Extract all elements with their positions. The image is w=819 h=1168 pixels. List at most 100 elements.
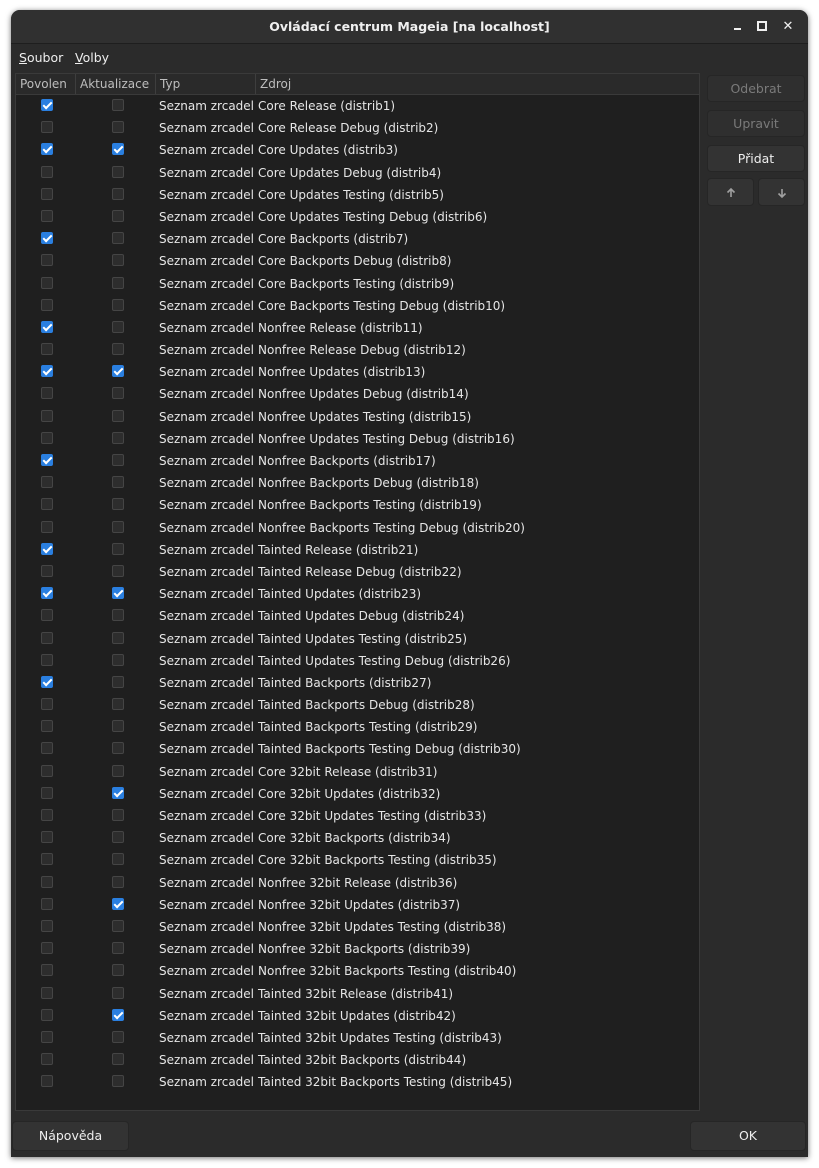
table-row[interactable]: Seznam zrcadel Tainted 32bit Updates (dis… (16, 1005, 699, 1027)
enabled-checkbox[interactable] (41, 476, 53, 489)
update-checkbox[interactable] (112, 431, 124, 444)
update-checkbox[interactable] (112, 121, 124, 134)
update-checkbox[interactable] (112, 476, 124, 489)
update-checkbox[interactable] (112, 964, 124, 977)
update-checkbox[interactable] (112, 720, 124, 733)
table-row[interactable]: Seznam zrcadel Core 32bit Backports (dist… (16, 827, 699, 849)
enabled-checkbox[interactable] (41, 698, 53, 711)
table-row[interactable]: Seznam zrcadel Core 32bit Backports Testi… (16, 849, 699, 871)
table-row[interactable]: Seznam zrcadel Nonfree 32bit Release (dis… (16, 872, 699, 894)
enabled-checkbox[interactable] (41, 964, 53, 977)
column-header-aktualizace[interactable]: Aktualizace (76, 74, 156, 94)
update-checkbox[interactable] (112, 609, 124, 622)
update-checkbox[interactable] (112, 143, 124, 156)
enabled-checkbox[interactable] (41, 320, 53, 333)
table-row[interactable]: Seznam zrcadel Tainted Backports Testing … (16, 738, 699, 760)
update-checkbox[interactable] (112, 387, 124, 400)
table-row[interactable]: Seznam zrcadel Tainted Updates Testing De… (16, 650, 699, 672)
table-row[interactable]: Seznam zrcadel Nonfree Release Debug (dis… (16, 339, 699, 361)
table-row[interactable]: Seznam zrcadel Tainted 32bit Backports (d… (16, 1049, 699, 1071)
update-checkbox[interactable] (112, 919, 124, 932)
enabled-checkbox[interactable] (41, 1075, 53, 1088)
enabled-checkbox[interactable] (41, 254, 53, 267)
table-row[interactable]: Seznam zrcadel Core 32bit Release (distri… (16, 761, 699, 783)
update-checkbox[interactable] (112, 409, 124, 422)
update-checkbox[interactable] (112, 298, 124, 311)
enabled-checkbox[interactable] (41, 653, 53, 666)
table-row[interactable]: Seznam zrcadel Core Updates Debug (distri… (16, 162, 699, 184)
table-row[interactable]: Seznam zrcadel Nonfree Release (distrib11… (16, 317, 699, 339)
enabled-checkbox[interactable] (41, 720, 53, 733)
column-header-povolen[interactable]: Povolen (16, 74, 76, 94)
update-checkbox[interactable] (112, 942, 124, 955)
update-checkbox[interactable] (112, 365, 124, 378)
table-row[interactable]: Seznam zrcadel Tainted 32bit Release (dis… (16, 983, 699, 1005)
update-checkbox[interactable] (112, 520, 124, 533)
table-row[interactable]: Seznam zrcadel Nonfree Updates Debug (dis… (16, 383, 699, 405)
table-row[interactable]: Seznam zrcadel Nonfree 32bit Backports Te… (16, 960, 699, 982)
update-checkbox[interactable] (112, 897, 124, 910)
enabled-checkbox[interactable] (41, 853, 53, 866)
table-row[interactable]: Seznam zrcadel Tainted Updates Debug (dis… (16, 605, 699, 627)
enabled-checkbox[interactable] (41, 409, 53, 422)
move-up-button[interactable] (707, 178, 754, 206)
enabled-checkbox[interactable] (41, 742, 53, 755)
table-row[interactable]: Seznam zrcadel Core Backports Debug (dist… (16, 250, 699, 272)
table-row[interactable]: Seznam zrcadel Tainted Updates (distrib23… (16, 583, 699, 605)
table-row[interactable]: Seznam zrcadel Nonfree 32bit Backports (d… (16, 938, 699, 960)
update-checkbox[interactable] (112, 564, 124, 577)
enabled-checkbox[interactable] (41, 365, 53, 378)
table-row[interactable]: Seznam zrcadel Nonfree Updates Testing (d… (16, 406, 699, 428)
remove-button[interactable]: Odebrat (707, 75, 805, 102)
table-row[interactable]: Seznam zrcadel Core Release (distrib1) (16, 95, 699, 117)
update-checkbox[interactable] (112, 276, 124, 289)
table-row[interactable]: Seznam zrcadel Core Backports Testing (di… (16, 273, 699, 295)
update-checkbox[interactable] (112, 232, 124, 245)
table-row[interactable]: Seznam zrcadel Tainted Backports Testing … (16, 716, 699, 738)
update-checkbox[interactable] (112, 209, 124, 222)
update-checkbox[interactable] (112, 498, 124, 511)
enabled-checkbox[interactable] (41, 343, 53, 356)
ok-button[interactable]: OK (690, 1121, 806, 1151)
enabled-checkbox[interactable] (41, 587, 53, 600)
update-checkbox[interactable] (112, 786, 124, 799)
enabled-checkbox[interactable] (41, 831, 53, 844)
minimize-button[interactable] (726, 15, 748, 37)
update-checkbox[interactable] (112, 1030, 124, 1043)
enabled-checkbox[interactable] (41, 454, 53, 466)
table-row[interactable]: Seznam zrcadel Tainted Backports Debug (d… (16, 694, 699, 716)
enabled-checkbox[interactable] (41, 897, 53, 910)
update-checkbox[interactable] (112, 1053, 124, 1066)
update-checkbox[interactable] (112, 165, 124, 178)
enabled-checkbox[interactable] (41, 498, 53, 511)
enabled-checkbox[interactable] (41, 631, 53, 644)
enabled-checkbox[interactable] (41, 786, 53, 799)
update-checkbox[interactable] (112, 343, 124, 356)
update-checkbox[interactable] (112, 764, 124, 777)
table-row[interactable]: Seznam zrcadel Tainted Backports (distrib… (16, 672, 699, 694)
update-checkbox[interactable] (112, 1008, 124, 1021)
title-bar[interactable]: Ovládací centrum Mageia [na localhost] ✕ (11, 10, 808, 44)
table-row[interactable]: Seznam zrcadel Nonfree Updates Testing De… (16, 428, 699, 450)
table-row[interactable]: Seznam zrcadel Nonfree Backports Debug (d… (16, 472, 699, 494)
enabled-checkbox[interactable] (41, 187, 53, 200)
update-checkbox[interactable] (112, 1075, 124, 1088)
maximize-button[interactable] (751, 15, 773, 37)
table-row[interactable]: Seznam zrcadel Nonfree 32bit Updates (dis… (16, 894, 699, 916)
update-checkbox[interactable] (112, 99, 124, 111)
enabled-checkbox[interactable] (41, 675, 53, 688)
update-checkbox[interactable] (112, 653, 124, 666)
enabled-checkbox[interactable] (41, 919, 53, 932)
help-button[interactable]: Nápověda (12, 1121, 129, 1151)
update-checkbox[interactable] (112, 631, 124, 644)
enabled-checkbox[interactable] (41, 232, 53, 245)
table-row[interactable]: Seznam zrcadel Tainted 32bit Updates Test… (16, 1027, 699, 1049)
table-row[interactable]: Seznam zrcadel Nonfree Backports Testing … (16, 494, 699, 516)
move-down-button[interactable] (758, 178, 805, 206)
update-checkbox[interactable] (112, 542, 124, 555)
table-row[interactable]: Seznam zrcadel Core Backports Testing Deb… (16, 295, 699, 317)
close-button[interactable]: ✕ (777, 15, 799, 37)
table-row[interactable]: Seznam zrcadel Core Updates (distrib3) (16, 139, 699, 161)
update-checkbox[interactable] (112, 875, 124, 888)
update-checkbox[interactable] (112, 986, 124, 999)
